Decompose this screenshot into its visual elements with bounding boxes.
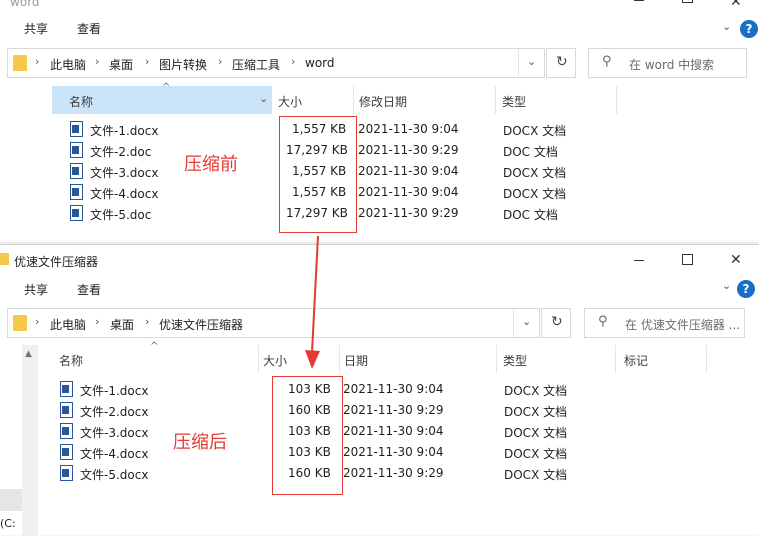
close-icon[interactable]: ✕ <box>730 0 744 10</box>
column-header-type[interactable]: 类型 <box>497 345 615 373</box>
ribbon-expand-icon[interactable]: ⌄ <box>722 20 731 33</box>
breadcrumb-image-convert[interactable]: 图片转换 <box>159 56 207 73</box>
search-icon: ⚲ <box>602 54 612 69</box>
search-icon: ⚲ <box>598 314 608 329</box>
search-placeholder: 在 word 中搜索 <box>629 58 715 72</box>
breadcrumb-compressor[interactable]: 优速文件压缩器 <box>159 316 243 333</box>
help-icon[interactable]: ? <box>740 20 758 38</box>
search-placeholder: 在 优速文件压缩器 ... <box>625 318 741 332</box>
search-box[interactable]: ⚲ 在 word 中搜索 <box>588 48 747 78</box>
word-doc-icon <box>70 184 83 200</box>
folder-icon <box>13 315 27 331</box>
folder-icon <box>13 55 27 71</box>
help-icon[interactable]: ? <box>737 280 755 298</box>
maximize-icon[interactable] <box>682 254 693 265</box>
word-doc-icon <box>70 205 83 221</box>
word-doc-icon <box>60 465 73 481</box>
chevron-right-icon: › <box>35 315 40 328</box>
chevron-right-icon: › <box>95 315 100 328</box>
size-highlight-box <box>279 116 357 233</box>
column-header-size[interactable]: 大小 <box>273 86 353 114</box>
minimize-icon[interactable] <box>632 0 646 10</box>
minimize-icon[interactable] <box>632 253 646 267</box>
chevron-right-icon: › <box>218 55 223 68</box>
refresh-icon: ↻ <box>551 314 563 330</box>
chevron-right-icon: › <box>145 315 150 328</box>
breadcrumb-desktop[interactable]: 桌面 <box>109 56 133 73</box>
window-title: 优速文件压缩器 <box>14 255 99 269</box>
breadcrumb-word[interactable]: word <box>305 56 335 70</box>
explorer-window-compressor: 优速文件压缩器 ✕ 共享 查看 ⌄ ? › 此电脑 › 桌面 › 优速文件压缩器… <box>0 244 759 536</box>
breadcrumb-desktop[interactable]: 桌面 <box>110 316 134 333</box>
maximize-icon[interactable] <box>682 0 693 3</box>
word-doc-icon <box>60 381 73 397</box>
nav-pane-item[interactable] <box>0 489 22 511</box>
address-bar[interactable]: › 此电脑 › 桌面 › 优速文件压缩器 ⌄ <box>7 308 540 338</box>
scroll-up-icon[interactable]: ▲ <box>25 349 32 359</box>
drive-label-partial: (C: <box>0 517 16 530</box>
ribbon-expand-icon[interactable]: ⌄ <box>722 279 731 292</box>
close-icon[interactable]: ✕ <box>730 252 744 268</box>
sort-up-icon: ^ <box>150 341 159 352</box>
size-highlight-box <box>272 376 343 495</box>
ribbon-tab-view[interactable]: 查看 <box>77 20 101 37</box>
word-doc-icon <box>70 121 83 137</box>
folder-icon <box>0 253 9 265</box>
column-header-name[interactable]: 名称 ^ ⌄ <box>52 82 272 114</box>
search-box[interactable]: ⚲ 在 优速文件压缩器 ... <box>584 308 745 338</box>
word-doc-icon <box>60 402 73 418</box>
sort-up-icon: ^ <box>162 82 171 93</box>
word-doc-icon <box>70 163 83 179</box>
window-title: word <box>10 0 40 9</box>
ribbon-tab-share[interactable]: 共享 <box>24 20 48 37</box>
refresh-button[interactable]: ↻ <box>541 308 571 338</box>
chevron-right-icon: › <box>95 55 100 68</box>
breadcrumb-this-pc[interactable]: 此电脑 <box>50 56 86 73</box>
chevron-right-icon: › <box>35 55 40 68</box>
breadcrumb-compress-tool[interactable]: 压缩工具 <box>232 56 280 73</box>
chevron-right-icon: › <box>145 55 150 68</box>
address-dropdown-button[interactable]: ⌄ <box>513 309 539 337</box>
red-arrow-icon <box>305 235 320 369</box>
address-dropdown-button[interactable]: ⌄ <box>518 49 544 77</box>
column-header-modified[interactable]: 修改日期 <box>354 86 494 114</box>
explorer-window-word: word ✕ 共享 查看 ⌄ ? › 此电脑 › 桌面 › 图片转换 › 压缩工… <box>0 0 759 245</box>
chevron-right-icon: › <box>291 55 296 68</box>
chevron-down-icon[interactable]: ⌄ <box>259 92 268 105</box>
address-bar[interactable]: › 此电脑 › 桌面 › 图片转换 › 压缩工具 › word ⌄ <box>7 48 545 78</box>
column-header-name[interactable]: 名称 ^ <box>40 341 258 373</box>
ribbon-tab-view[interactable]: 查看 <box>77 281 101 298</box>
refresh-button[interactable]: ↻ <box>546 48 576 78</box>
refresh-icon: ↻ <box>556 54 568 70</box>
before-compress-label: 压缩前 <box>184 154 238 175</box>
column-header-type[interactable]: 类型 <box>496 86 616 114</box>
nav-pane-scrollbar[interactable]: ▲ <box>22 345 38 536</box>
word-doc-icon <box>60 423 73 439</box>
word-doc-icon <box>60 444 73 460</box>
breadcrumb-this-pc[interactable]: 此电脑 <box>50 316 86 333</box>
word-doc-icon <box>70 142 83 158</box>
column-header-tags[interactable]: 标记 <box>616 345 706 373</box>
column-header-date[interactable]: 日期 <box>340 345 496 373</box>
after-compress-label: 压缩后 <box>173 432 227 453</box>
ribbon-tab-share[interactable]: 共享 <box>24 281 48 298</box>
